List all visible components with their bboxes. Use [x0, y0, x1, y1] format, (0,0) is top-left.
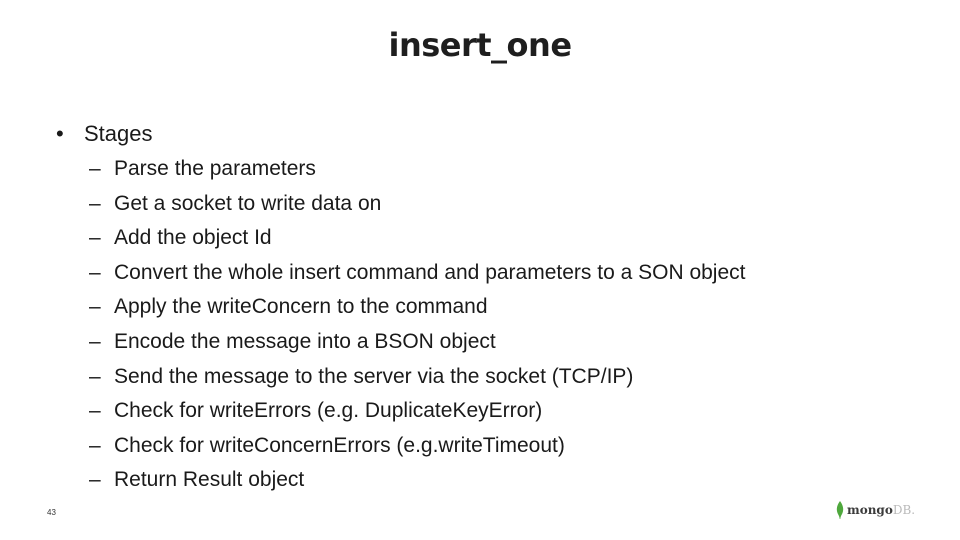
list-item: – Encode the message into a BSON object — [56, 325, 745, 360]
dash-marker: – — [89, 399, 101, 423]
list-item: – Add the object Id — [56, 221, 745, 256]
page-number: 43 — [47, 508, 56, 517]
dash-marker: – — [89, 468, 101, 492]
dash-marker: – — [89, 295, 101, 319]
dash-marker: – — [89, 157, 101, 180]
logo-text-db: DB. — [892, 503, 916, 517]
list-item-text: Parse the parameters — [114, 157, 316, 180]
dash-marker: – — [89, 226, 101, 250]
dash-marker: – — [89, 329, 101, 353]
list-item: – Get a socket to write data on — [56, 187, 745, 222]
slide-content: • Stages – Parse the parameters – Get a so… — [56, 118, 745, 498]
list-item: – Convert the whole insert command and pa… — [56, 256, 745, 291]
list-item-text: Apply the writeConcern to the command — [114, 295, 488, 319]
list-item: – Return Result object — [56, 463, 745, 498]
list-item: – Check for writeConcernErrors (e.g.write… — [56, 429, 745, 464]
list-item: – Apply the writeConcern to the command — [56, 290, 745, 325]
dash-marker: – — [89, 433, 101, 457]
list-item-text: Convert the whole insert command and par… — [114, 260, 746, 284]
list-item-text: Encode the message into a BSON object — [114, 329, 496, 353]
logo-text-mongo: mongo — [847, 503, 893, 517]
bullet-stages: • Stages — [56, 118, 745, 152]
leaf-icon — [836, 501, 844, 519]
dash-marker: – — [89, 191, 101, 215]
list-item-text: Check for writeConcernErrors (e.g.writeT… — [114, 433, 565, 457]
list-item-text: Check for writeErrors (e.g. DuplicateKey… — [114, 399, 543, 423]
dash-marker: – — [89, 364, 101, 388]
bullet-label: Stages — [84, 121, 153, 146]
list-item: – Parse the parameters — [56, 152, 745, 187]
list-item-text: Return Result object — [114, 468, 305, 492]
leaf-shape — [836, 501, 844, 519]
dash-marker: – — [89, 260, 101, 284]
bullet-marker: • — [56, 121, 64, 146]
list-item: – Check for writeErrors (e.g. DuplicateKe… — [56, 394, 745, 429]
list-item-text: Add the object Id — [114, 226, 272, 250]
list-item-text: Send the message to the server via the s… — [114, 364, 634, 388]
stages-list: – Parse the parameters – Get a socket to w… — [56, 152, 745, 498]
mongodb-logo: mongo DB. — [836, 500, 915, 520]
slide-title: insert_one — [388, 26, 572, 64]
list-item-text: Get a socket to write data on — [114, 191, 382, 215]
list-item: – Send the message to the server via the … — [56, 360, 745, 395]
